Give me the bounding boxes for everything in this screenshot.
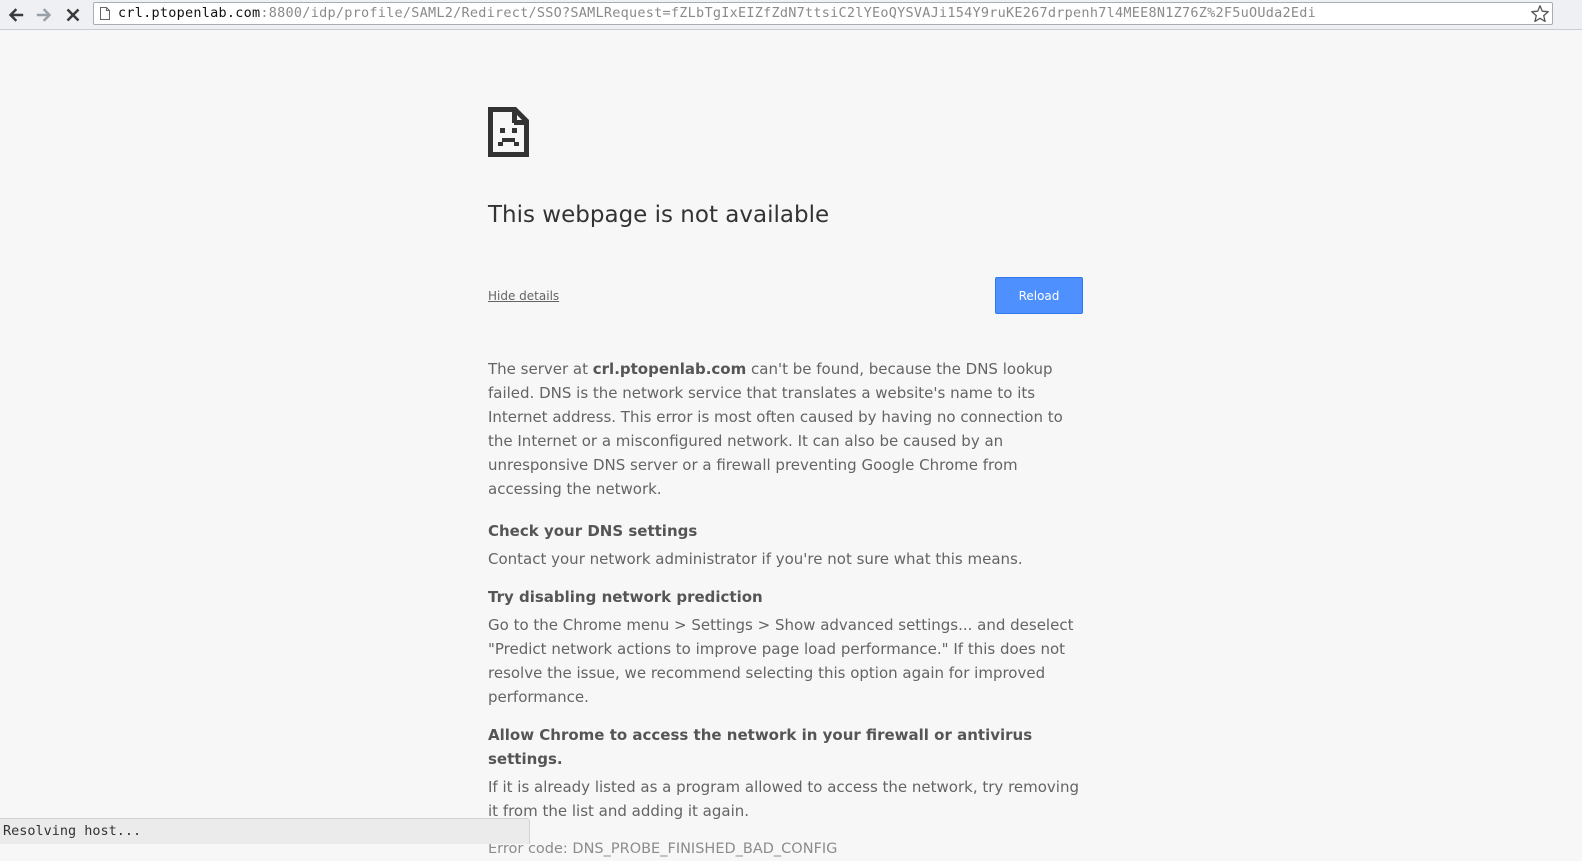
suggestion-heading-dns: Check your DNS settings: [488, 519, 1088, 543]
error-details: The server at crl.ptopenlab.com can't be…: [488, 357, 1088, 861]
address-bar[interactable]: crl.ptopenlab.com:8800/idp/profile/SAML2…: [93, 2, 1553, 25]
hide-details-link[interactable]: Hide details: [488, 289, 559, 303]
error-code: Error code: DNS_PROBE_FINISHED_BAD_CONFI…: [488, 837, 1088, 861]
suggestion-heading-firewall: Allow Chrome to access the network in yo…: [488, 723, 1088, 771]
close-icon: [65, 7, 81, 23]
summary-suffix: can't be found, because the DNS lookup f…: [488, 360, 1063, 498]
arrow-left-icon: [7, 6, 25, 24]
error-summary: The server at crl.ptopenlab.com can't be…: [488, 357, 1088, 501]
reload-button[interactable]: Reload: [995, 277, 1083, 314]
suggestion-body-dns: Contact your network administrator if yo…: [488, 547, 1088, 571]
arrow-right-icon: [35, 6, 53, 24]
sad-page-icon: [488, 107, 529, 157]
forward-button[interactable]: [32, 3, 56, 27]
url-text[interactable]: crl.ptopenlab.com:8800/idp/profile/SAML2…: [118, 5, 1518, 22]
back-button[interactable]: [4, 3, 28, 27]
suggestion-heading-prediction: Try disabling network prediction: [488, 585, 1088, 609]
summary-host: crl.ptopenlab.com: [593, 360, 746, 378]
suggestion-body-prediction: Go to the Chrome menu > Settings > Show …: [488, 613, 1088, 709]
document-icon: [100, 7, 110, 20]
summary-prefix: The server at: [488, 360, 593, 378]
page-title: This webpage is not available: [488, 202, 829, 228]
browser-toolbar: crl.ptopenlab.com:8800/idp/profile/SAML2…: [0, 0, 1582, 30]
status-bar: Resolving host...: [0, 818, 530, 844]
star-icon[interactable]: [1530, 4, 1550, 24]
stop-button[interactable]: [61, 3, 85, 27]
url-host: crl.ptopenlab.com: [118, 5, 260, 21]
url-path: :8800/idp/profile/SAML2/Redirect/SSO?SAM…: [260, 5, 1316, 21]
suggestion-body-firewall: If it is already listed as a program all…: [488, 775, 1088, 823]
